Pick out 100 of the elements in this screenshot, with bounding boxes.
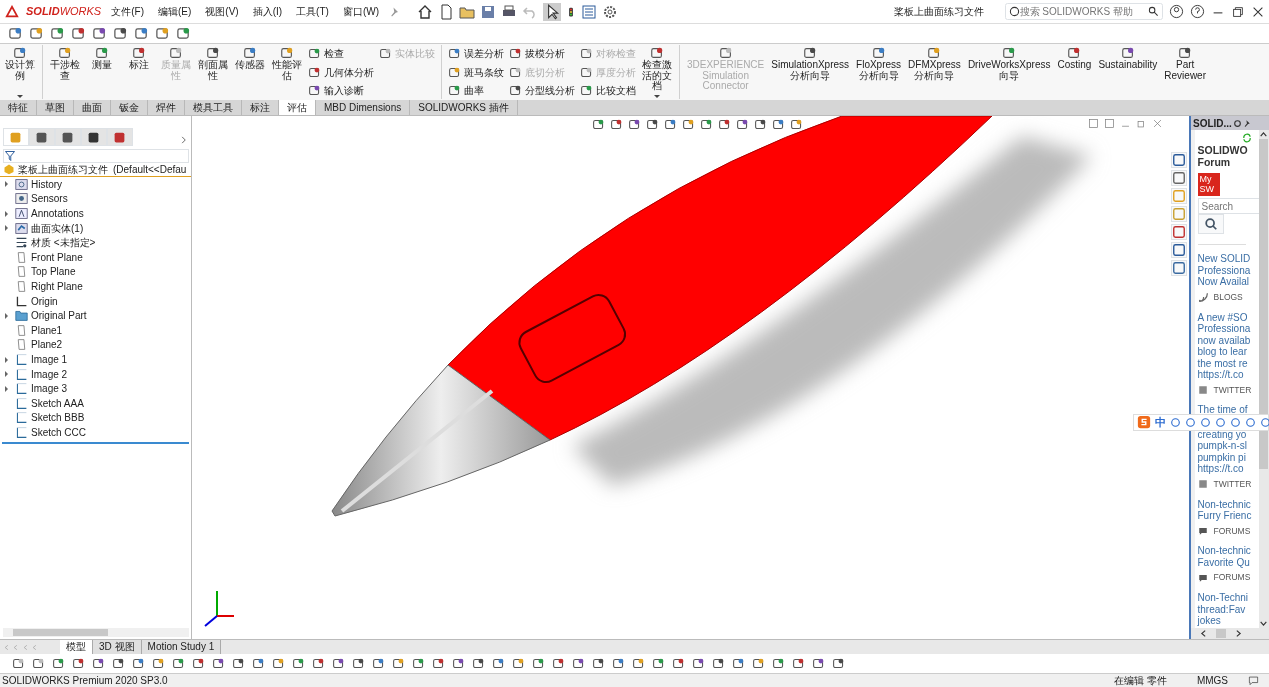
ribbon-button[interactable]: Costing <box>1054 45 1095 99</box>
tool-icon[interactable] <box>803 46 818 60</box>
sketch-tool-icon[interactable] <box>92 657 105 670</box>
sketch-tool-icon[interactable] <box>32 657 45 670</box>
expand-caret-icon[interactable] <box>4 225 8 232</box>
scroll-up-icon[interactable] <box>1259 130 1269 139</box>
tool-icon[interactable] <box>95 46 109 60</box>
ribbon-button[interactable]: 输入诊断 <box>308 83 374 98</box>
task-pane-tab[interactable] <box>1171 224 1187 240</box>
task-pane-tab[interactable] <box>1171 242 1187 258</box>
sketch-tool-icon[interactable] <box>72 657 85 670</box>
ribbon-button[interactable]: 分型线分析 <box>509 83 575 98</box>
sketch-tool-icon[interactable] <box>152 657 165 670</box>
task-pane-tab[interactable] <box>1171 152 1187 168</box>
unit-system[interactable]: MMGS <box>1196 673 1228 687</box>
tool-icon[interactable] <box>92 26 107 41</box>
tool-icon[interactable] <box>132 46 146 60</box>
tree-item[interactable]: Sketch BBB <box>31 410 85 426</box>
ribbon-button[interactable]: Sustainability <box>1095 45 1161 99</box>
post-link[interactable]: Non-technic Favorite Qu <box>1197 545 1259 569</box>
ribbon-button[interactable]: Part Reviewer <box>1161 45 1209 99</box>
menu-item[interactable]: 文件(F) <box>107 4 148 19</box>
search-field[interactable]: Search <box>1197 198 1259 215</box>
post-link[interactable]: The time of <box>1197 404 1259 416</box>
tree-item[interactable]: Top Plane <box>31 264 76 280</box>
restore-icon[interactable] <box>1231 4 1245 19</box>
scroll-down-icon[interactable] <box>1259 619 1269 628</box>
settings-icon[interactable] <box>602 3 618 20</box>
tool-icon[interactable] <box>71 26 86 41</box>
sketch-tool-icon[interactable] <box>332 657 345 670</box>
cursor-icon[interactable] <box>543 2 561 21</box>
help-icon[interactable] <box>1190 4 1205 19</box>
expand-caret-icon[interactable] <box>4 371 8 378</box>
sketch-tool-icon[interactable] <box>272 657 285 670</box>
vertical-scrollbar[interactable] <box>1258 130 1269 628</box>
tool-icon[interactable] <box>1178 46 1193 60</box>
tool-icon[interactable] <box>509 84 522 97</box>
ribbon-button[interactable]: 斑马条纹 <box>448 64 504 80</box>
post-link[interactable]: Non-technic Furry Frienc <box>1197 498 1259 522</box>
tool-icon[interactable] <box>13 46 27 60</box>
view-tool-icon[interactable] <box>664 118 677 131</box>
tree-item[interactable]: Origin <box>31 293 58 309</box>
ribbon-button[interactable]: 传感器 <box>232 45 268 99</box>
ribbon-button[interactable]: 误差分析 <box>448 46 504 61</box>
tool-icon[interactable] <box>448 47 461 60</box>
sketch-tool-icon[interactable] <box>232 657 245 670</box>
sketch-tool-icon[interactable] <box>592 657 605 670</box>
ribbon-button[interactable]: 比较文档 <box>580 83 636 98</box>
view-tool-icon[interactable] <box>610 118 623 131</box>
menu-item[interactable]: 窗口(W) <box>338 4 383 19</box>
user-icon[interactable] <box>1169 4 1184 19</box>
filter-field[interactable] <box>2 148 189 163</box>
horizontal-scrollbar[interactable] <box>1191 628 1269 639</box>
sketch-tool-icon[interactable] <box>352 657 365 670</box>
refresh-icon[interactable] <box>1241 133 1252 144</box>
sketch-tool-icon[interactable] <box>252 657 265 670</box>
sketch-tool-icon[interactable] <box>512 657 525 670</box>
tree-item[interactable]: Image 3 <box>31 381 68 397</box>
menu-item[interactable]: 编辑(E) <box>153 4 196 19</box>
view-tool-icon[interactable] <box>718 118 731 131</box>
ribbon-button[interactable]: 标注 <box>121 45 157 99</box>
ribbon-button[interactable]: 拔模分析 <box>509 46 575 61</box>
tool-icon[interactable] <box>308 47 321 60</box>
view-tool-icon[interactable] <box>790 118 803 131</box>
tool-icon[interactable] <box>1067 46 1082 60</box>
scroll-thumb[interactable] <box>12 628 108 636</box>
horizontal-scrollbar[interactable] <box>2 627 189 637</box>
post-link[interactable]: A new #SO Professiona now availab blog to lear the most re https://t.co <box>1197 311 1259 381</box>
sketch-tool-icon[interactable] <box>112 657 125 670</box>
ribbon-button[interactable]: 性能评估 <box>269 45 305 99</box>
page-icon[interactable] <box>438 3 454 20</box>
menu-item[interactable]: 插入(I) <box>248 4 287 19</box>
post-link[interactable]: creating yo pumpk-n-sl pumpkin pi https://t.co <box>1197 428 1259 475</box>
tool-icon[interactable] <box>8 26 23 41</box>
tree-item[interactable]: Plane2 <box>31 337 63 353</box>
sketch-tool-icon[interactable] <box>312 657 325 670</box>
post-link[interactable]: New SOLID Professiona Now Availal <box>1197 253 1259 288</box>
tree-item[interactable]: Sensors <box>31 191 68 207</box>
tree-item[interactable]: Sketch CCC <box>31 425 86 440</box>
scroll-left-icon[interactable] <box>1199 629 1208 638</box>
sketch-tool-icon[interactable] <box>632 657 645 670</box>
tool-icon[interactable] <box>448 84 461 97</box>
view-tool-icon[interactable] <box>700 118 713 131</box>
menu-item[interactable]: 工具(T) <box>292 4 333 19</box>
home-icon[interactable] <box>417 3 433 20</box>
tree-item[interactable]: Sketch AAA <box>31 395 84 411</box>
menu-item[interactable]: 视图(V) <box>201 4 243 19</box>
tool-icon[interactable] <box>308 84 321 97</box>
expand-caret-icon[interactable] <box>4 312 8 319</box>
tool-icon[interactable] <box>50 26 65 41</box>
tree-item[interactable]: Annotations <box>31 206 84 222</box>
sketch-tool-icon[interactable] <box>772 657 785 670</box>
ribbon-button[interactable]: 曲率 <box>448 83 504 98</box>
ribbon-button[interactable]: FloXpress 分析向导 <box>853 45 905 99</box>
chat-icon[interactable] <box>1248 675 1259 686</box>
tool-icon[interactable] <box>1002 46 1017 60</box>
sketch-tool-icon[interactable] <box>292 657 305 670</box>
sketch-tool-icon[interactable] <box>452 657 465 670</box>
tool-icon[interactable] <box>155 26 170 41</box>
panel-tab[interactable] <box>80 128 107 146</box>
